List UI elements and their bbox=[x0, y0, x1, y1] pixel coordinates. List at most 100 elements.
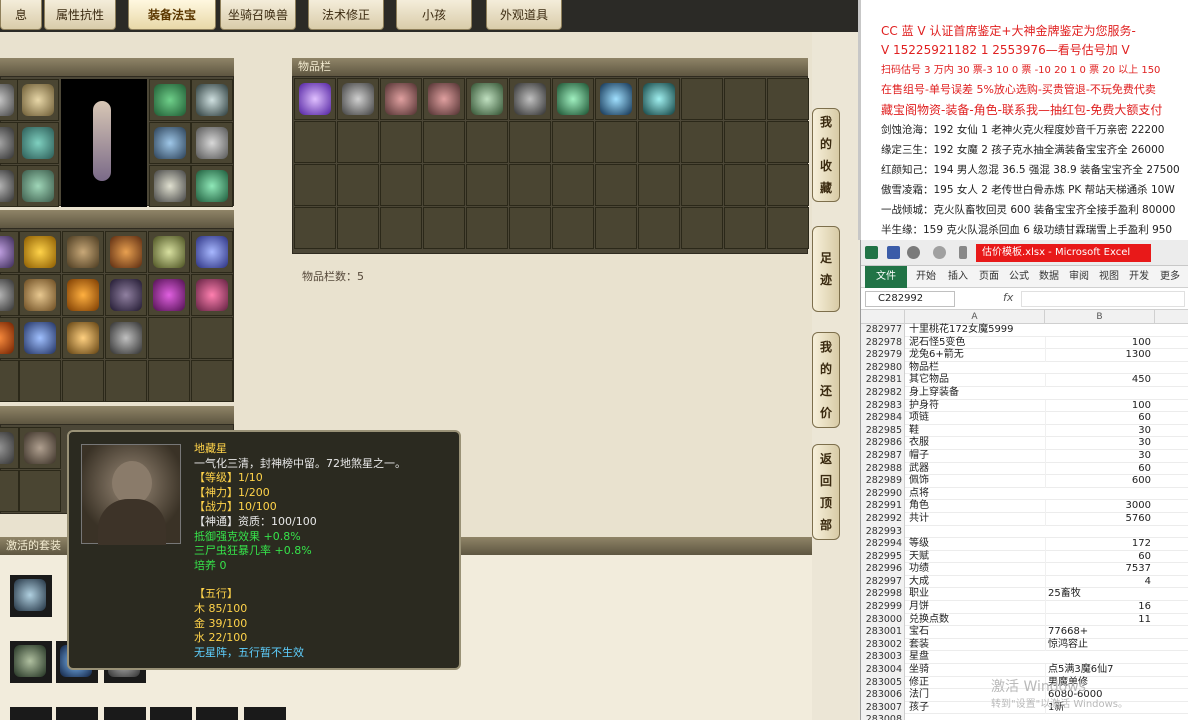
cell-b[interactable]: 77668+ bbox=[1045, 626, 1155, 639]
row-number[interactable]: 283003 bbox=[861, 651, 905, 665]
suit-item[interactable] bbox=[104, 707, 146, 720]
cell-b[interactable]: 7537 bbox=[1045, 563, 1155, 576]
cell-a[interactable]: 星盘 bbox=[909, 651, 1044, 664]
equip-slot-armor[interactable] bbox=[17, 122, 59, 164]
cell-b[interactable]: 60 bbox=[1045, 412, 1155, 425]
bag-slot-empty[interactable] bbox=[466, 121, 508, 163]
row-number[interactable]: 282981 bbox=[861, 374, 905, 387]
bag-slot-empty[interactable] bbox=[638, 121, 680, 163]
bag-slot-empty[interactable] bbox=[638, 207, 680, 249]
treasure-slot[interactable] bbox=[191, 274, 233, 316]
name-box[interactable]: C282992 bbox=[865, 291, 955, 307]
row-number[interactable]: 282977 bbox=[861, 324, 905, 337]
bag-slot-empty[interactable] bbox=[423, 121, 465, 163]
cell-b[interactable]: 30 bbox=[1045, 437, 1155, 450]
row-number[interactable]: 283008 bbox=[861, 714, 905, 720]
cell-a[interactable]: 护身符 bbox=[909, 400, 1044, 413]
bag-slot-empty[interactable] bbox=[337, 121, 379, 163]
bag-slot-empty[interactable] bbox=[380, 207, 422, 249]
cell-a[interactable]: 身上穿装备 bbox=[909, 387, 1044, 400]
treasure-slot-empty[interactable] bbox=[19, 360, 61, 402]
save-icon[interactable] bbox=[887, 246, 900, 259]
tab-spell-correction[interactable]: 法术修正 bbox=[308, 0, 384, 30]
treasure-slot[interactable] bbox=[0, 274, 19, 316]
cell-b[interactable]: 3000 bbox=[1045, 500, 1155, 513]
row-number[interactable]: 283005 bbox=[861, 676, 905, 690]
tab-info[interactable]: 息 bbox=[0, 0, 42, 30]
bag-slot[interactable] bbox=[337, 78, 379, 120]
bag-slot-empty[interactable] bbox=[337, 207, 379, 249]
treasure-slot-empty[interactable] bbox=[105, 360, 147, 402]
bag-slot-empty[interactable] bbox=[466, 164, 508, 206]
bag-slot-empty[interactable] bbox=[294, 121, 336, 163]
row-number[interactable]: 283000 bbox=[861, 613, 905, 627]
suit-item[interactable] bbox=[244, 707, 286, 720]
bag-slot-empty[interactable] bbox=[681, 164, 723, 206]
treasure-slot[interactable] bbox=[19, 274, 61, 316]
bag-slot[interactable] bbox=[466, 78, 508, 120]
row-number[interactable]: 282984 bbox=[861, 412, 905, 425]
cell-a[interactable]: 泥石怪5变色 bbox=[909, 337, 1044, 350]
treasure-slot-empty[interactable] bbox=[191, 360, 233, 402]
tab-child[interactable]: 小孩 bbox=[396, 0, 472, 30]
star-slot[interactable] bbox=[0, 427, 19, 469]
treasure-slot[interactable] bbox=[62, 231, 104, 273]
redo-icon[interactable] bbox=[933, 246, 946, 259]
cell-b[interactable]: 5760 bbox=[1045, 512, 1155, 526]
row-number[interactable]: 282998 bbox=[861, 588, 905, 602]
bag-slot-empty[interactable] bbox=[423, 207, 465, 249]
row-number[interactable]: 282997 bbox=[861, 575, 905, 589]
column-header-b[interactable]: B bbox=[1045, 310, 1155, 324]
row-number[interactable]: 282985 bbox=[861, 424, 905, 438]
suit-item[interactable] bbox=[10, 707, 52, 720]
suit-item[interactable] bbox=[10, 641, 52, 683]
star-slot-selected[interactable] bbox=[19, 427, 61, 469]
row-number[interactable]: 282999 bbox=[861, 601, 905, 614]
back-to-top-button[interactable]: 返回顶部 bbox=[812, 444, 840, 540]
equip-slot-boots[interactable] bbox=[17, 165, 59, 207]
tab-equipment[interactable]: 装备法宝 bbox=[128, 0, 216, 30]
suit-item[interactable] bbox=[150, 707, 192, 720]
cell-a[interactable]: 大成 bbox=[909, 576, 1044, 589]
ribbon-tab-developer[interactable]: 开发 bbox=[1125, 266, 1153, 288]
row-number[interactable]: 282980 bbox=[861, 361, 905, 375]
cell-b[interactable]: 11 bbox=[1045, 613, 1155, 627]
cell-b[interactable]: 30 bbox=[1045, 424, 1155, 438]
bag-slot-empty[interactable] bbox=[724, 121, 766, 163]
cell-a[interactable]: 龙兔6+箭无 bbox=[909, 349, 1044, 362]
treasure-slot[interactable] bbox=[19, 231, 61, 273]
cell-a[interactable]: 宝石 bbox=[909, 626, 1044, 639]
cell-a[interactable]: 坐骑 bbox=[909, 664, 1044, 677]
treasure-slot[interactable] bbox=[19, 317, 61, 359]
row-number[interactable]: 282995 bbox=[861, 550, 905, 564]
cell-a[interactable]: 天赋 bbox=[909, 551, 1044, 564]
equip-slot-helmet[interactable] bbox=[17, 79, 59, 121]
star-slot-empty[interactable] bbox=[19, 470, 61, 512]
bag-slot[interactable] bbox=[380, 78, 422, 120]
row-number[interactable]: 282992 bbox=[861, 512, 905, 526]
ribbon-tab-more[interactable]: 更多 bbox=[1155, 266, 1185, 288]
cell-a[interactable]: 角色 bbox=[909, 500, 1044, 513]
bag-slot-empty[interactable] bbox=[509, 207, 551, 249]
treasure-slot[interactable] bbox=[0, 231, 19, 273]
row-number[interactable]: 282979 bbox=[861, 349, 905, 362]
ribbon-tab-page[interactable]: 页面 bbox=[975, 266, 1003, 288]
treasure-slot[interactable] bbox=[105, 317, 147, 359]
cell-a[interactable]: 职业 bbox=[909, 588, 1044, 601]
bag-slot-empty[interactable] bbox=[595, 207, 637, 249]
cell-b[interactable]: 60 bbox=[1045, 462, 1155, 476]
cell-a[interactable]: 鞋 bbox=[909, 425, 1044, 438]
row-number[interactable]: 282993 bbox=[861, 525, 905, 539]
cell-b[interactable]: 600 bbox=[1045, 475, 1155, 488]
cell-b[interactable]: 30 bbox=[1045, 449, 1155, 463]
column-header-a[interactable]: A bbox=[905, 310, 1045, 324]
cell-a[interactable]: 功绩 bbox=[909, 563, 1044, 576]
tab-mount-pet[interactable]: 坐骑召唤兽 bbox=[220, 0, 296, 30]
cell-b[interactable]: 1300 bbox=[1045, 349, 1155, 362]
bag-slot-empty[interactable] bbox=[509, 164, 551, 206]
bag-slot-empty[interactable] bbox=[767, 164, 809, 206]
treasure-slot-empty[interactable] bbox=[0, 360, 19, 402]
cell-a[interactable]: 衣服 bbox=[909, 437, 1044, 450]
cell-b[interactable]: 4 bbox=[1045, 575, 1155, 589]
row-number[interactable]: 283007 bbox=[861, 701, 905, 715]
